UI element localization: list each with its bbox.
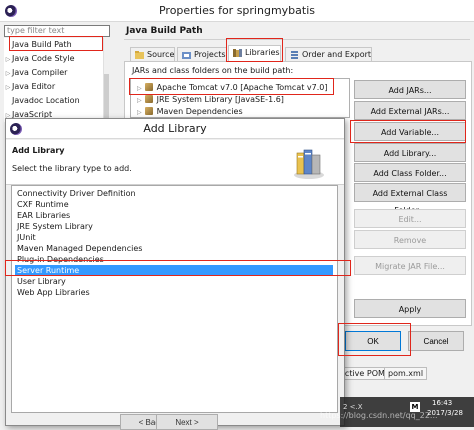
library-list: ▷ Apache Tomcat v7.0 [Apache Tomcat v7.0]… [130,78,350,118]
dialog-description: Select the library type to add. [12,164,132,173]
add-external-class-folder-button[interactable]: Add External Class Folder... [354,183,466,215]
tab-libraries[interactable]: Libraries [228,45,281,61]
library-entry[interactable]: ▷ JRE System Library [JavaSE-1.6] [137,94,284,106]
library-type-list: Connectivity Driver Definition CXF Runti… [11,185,338,413]
library-type-item[interactable]: Maven Managed Dependencies [15,243,333,254]
source-folder-icon [135,51,144,59]
libraries-icon [233,49,242,57]
editor-bottom-tabs: ective POM pom.xml [336,365,474,382]
tab-label: Order and Export [302,50,372,59]
remove-button[interactable]: Remove [354,230,466,249]
tab-order-and-export[interactable]: Order and Export [285,47,373,61]
expand-arrow-icon[interactable]: ▷ [4,53,12,66]
window-title: Properties for springmybatis [158,4,315,17]
nav-item-java-editor[interactable]: ▷ Java Editor [4,80,110,93]
migrate-jar-button[interactable]: Migrate JAR File... [354,256,466,275]
library-type-item-selected[interactable]: Server Runtime [15,265,333,276]
expand-arrow-icon[interactable]: ▷ [137,85,142,92]
section-divider [124,39,470,40]
library-type-item[interactable]: EAR Libraries [15,210,333,221]
add-library-dialog: Add Library Add Library Select the libra… [5,118,345,426]
nav-item-java-build-path[interactable]: Java Build Path [4,38,110,51]
nav-tree: Java Build Path ▷ Java Code Style ▷ Java C… [4,38,110,122]
dialog-titlebar[interactable]: Add Library [6,119,344,139]
library-type-item[interactable]: JUnit [15,232,333,243]
projects-icon [182,52,191,59]
expand-arrow-icon[interactable]: ▷ [137,109,142,116]
library-entry[interactable]: ▷ Apache Tomcat v7.0 [Apache Tomcat v7.0] [137,82,328,94]
properties-titlebar[interactable]: Properties for springmybatis [0,0,474,22]
nav-item-label: Javadoc Location [12,96,80,105]
library-entry[interactable]: ▷ Maven Dependencies [137,106,243,118]
tab-label: Libraries [245,48,280,57]
library-books-icon [294,149,324,179]
tab-source[interactable]: Source [130,47,176,61]
ok-button[interactable]: OK [345,331,401,351]
watermark: https://blog.csdn.net/qq_22... [320,411,438,420]
apply-button[interactable]: Apply [354,299,466,318]
nav-item-label: Java Code Style [12,54,75,63]
wizard-buttons: < Back Next > [120,411,350,430]
order-icon [291,51,298,59]
nav-tree-scrollbar-thumb[interactable] [104,74,109,118]
cancel-button[interactable]: Cancel [408,331,464,351]
add-class-folder-button[interactable]: Add Class Folder... [354,163,466,182]
tab-projects[interactable]: Projects [177,47,227,61]
nav-item-label: Java Editor [12,82,56,91]
nav-item-javadoc-location[interactable]: Javadoc Location [4,94,110,107]
dialog-header: Add Library Select the library type to a… [6,140,344,185]
library-type-item[interactable]: User Library [15,276,333,287]
jars-label: JARs and class folders on the build path… [132,66,294,75]
clock-time[interactable]: 16:43 [432,399,452,407]
library-type-item[interactable]: CXF Runtime [15,199,333,210]
footer-divider [340,325,472,326]
nav-item-label: Java Build Path [12,40,72,49]
add-external-jars-button[interactable]: Add External JARs... [354,101,466,120]
tab-label: Source [147,50,175,59]
tray-text: 2 <.X [343,403,363,411]
expand-arrow-icon[interactable]: ▷ [137,97,142,104]
expand-arrow-icon[interactable]: ▷ [4,81,12,94]
tab-pom-xml[interactable]: pom.xml [384,367,428,380]
library-icon [144,95,153,103]
dialog-title: Add Library [143,122,207,135]
tab-label: Projects [194,50,226,59]
add-variable-button[interactable]: Add Variable... [354,122,466,141]
add-jars-button[interactable]: Add JARs... [354,80,466,99]
library-label: Maven Dependencies [156,107,243,116]
expand-arrow-icon[interactable]: ▷ [4,67,12,80]
nav-item-label: Java Compiler [12,68,68,77]
nav-item-java-code-style[interactable]: ▷ Java Code Style [4,52,110,65]
section-title: Java Build Path [126,26,203,36]
library-type-item[interactable]: Plug-in Dependencies [15,254,333,265]
next-button[interactable]: Next > [156,414,218,430]
add-library-button[interactable]: Add Library... [354,143,466,162]
library-icon [144,107,153,115]
library-type-item[interactable]: Web App Libraries [15,287,333,298]
library-label: JRE System Library [JavaSE-1.6] [156,95,284,104]
edit-button[interactable]: Edit... [354,209,466,228]
filter-input[interactable]: type filter text [4,25,110,37]
dialog-heading: Add Library [12,146,65,155]
library-label: Apache Tomcat v7.0 [Apache Tomcat v7.0] [156,83,328,92]
nav-item-java-compiler[interactable]: ▷ Java Compiler [4,66,110,79]
library-type-item[interactable]: JRE System Library [15,221,333,232]
library-icon [144,83,153,91]
library-type-item[interactable]: Connectivity Driver Definition [15,188,333,199]
